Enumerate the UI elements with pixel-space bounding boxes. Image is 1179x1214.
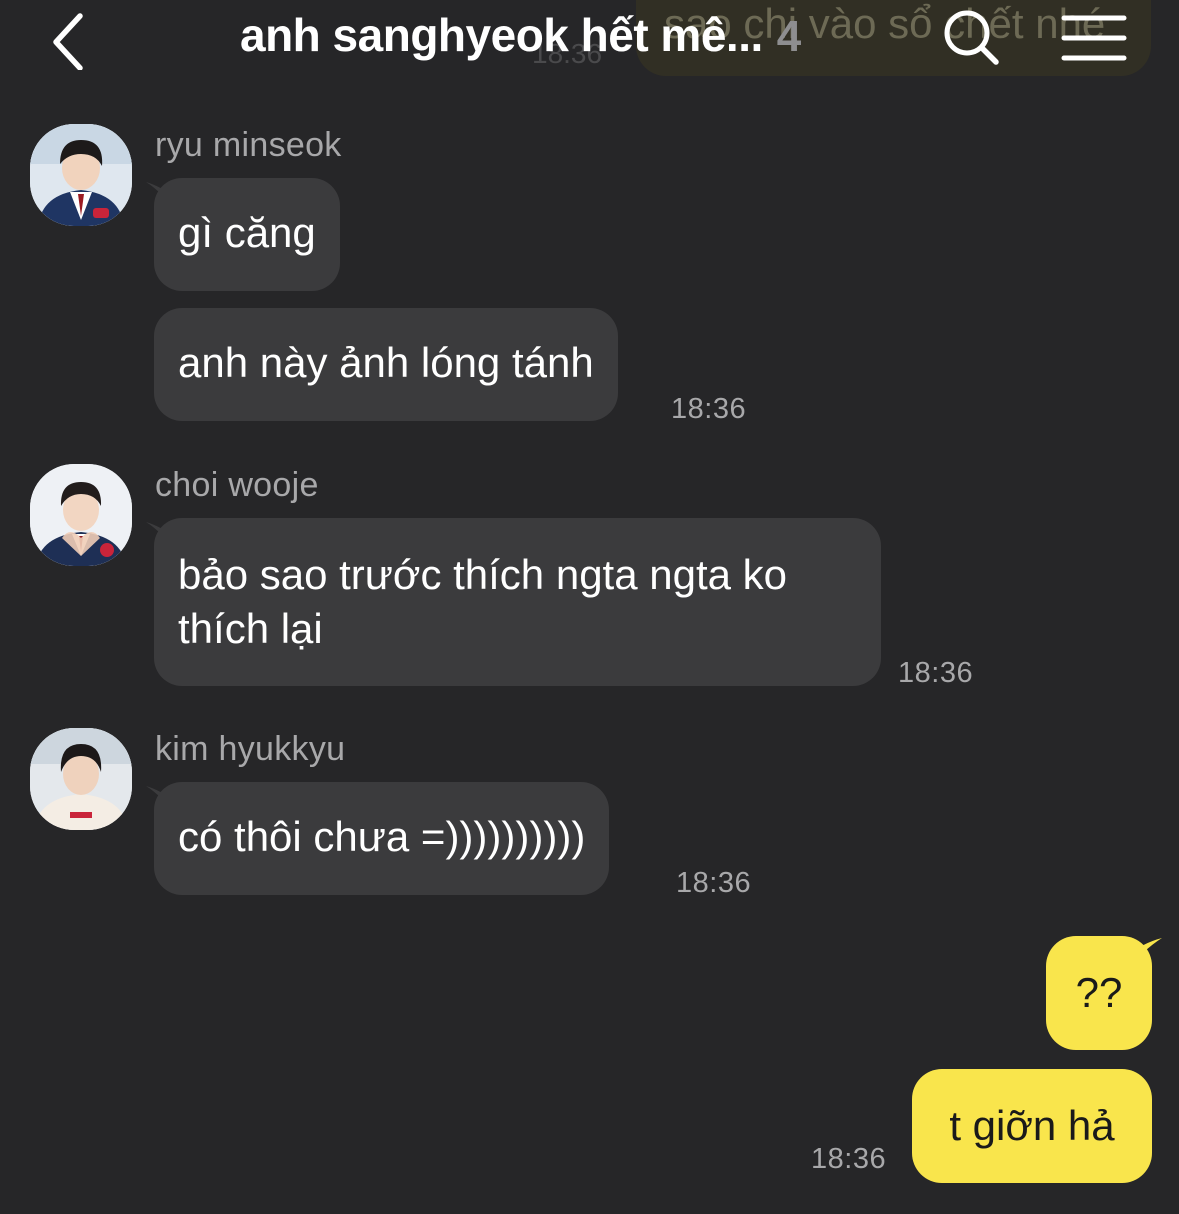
chevron-left-icon [53,13,83,71]
message-text: ?? [1075,969,1123,1016]
message-bubble[interactable]: bảo sao trước thích ngta ngta ko thích l… [154,518,881,686]
message-bubble[interactable]: có thôi chưa =)))))))))) [154,782,610,895]
sender-name: kim hyukkyu [155,730,346,768]
message-bubble[interactable]: gì căng [154,178,340,291]
message-text: anh này ảnh lóng tánh [178,339,594,386]
message-text: có thôi chưa =)))))))))) [178,813,586,860]
avatar-choi-wooje[interactable] [30,464,132,566]
search-icon [944,10,999,65]
my-message-bubble[interactable]: t giỡn hả [912,1069,1152,1183]
sender-name: ryu minseok [155,126,342,164]
message-text: t giỡn hả [949,1102,1115,1149]
avatar-ryu-minseok[interactable] [30,124,132,226]
back-button[interactable] [40,6,100,71]
my-message-bubble[interactable]: ?? [1046,936,1152,1050]
sender-name: choi wooje [155,466,319,504]
chat-header: sao chi vào sổ chết nhé 18:36 anh sanghy… [0,0,1179,80]
my-message-time: 18:36 [811,1143,887,1175]
avatar-image [30,124,132,226]
menu-button[interactable] [1058,10,1130,66]
avatar-image [30,464,132,566]
message-text: gì căng [178,209,316,256]
chat-title-group[interactable]: anh sanghyeok hết mê... 4 [240,8,801,68]
search-button[interactable] [940,4,1004,68]
member-count: 4 [776,12,802,61]
message-time: 18:36 [671,393,747,425]
message-text: bảo sao trước thích ngta ngta ko thích l… [178,551,788,652]
message-bubble[interactable]: anh này ảnh lóng tánh [154,308,618,421]
hamburger-menu-icon [1061,15,1127,61]
message-time: 18:36 [898,657,974,689]
avatar-kim-hyukkyu[interactable] [30,728,132,830]
message-time: 18:36 [676,867,752,899]
chat-title: anh sanghyeok hết mê... [240,9,763,61]
avatar-image [30,728,132,830]
